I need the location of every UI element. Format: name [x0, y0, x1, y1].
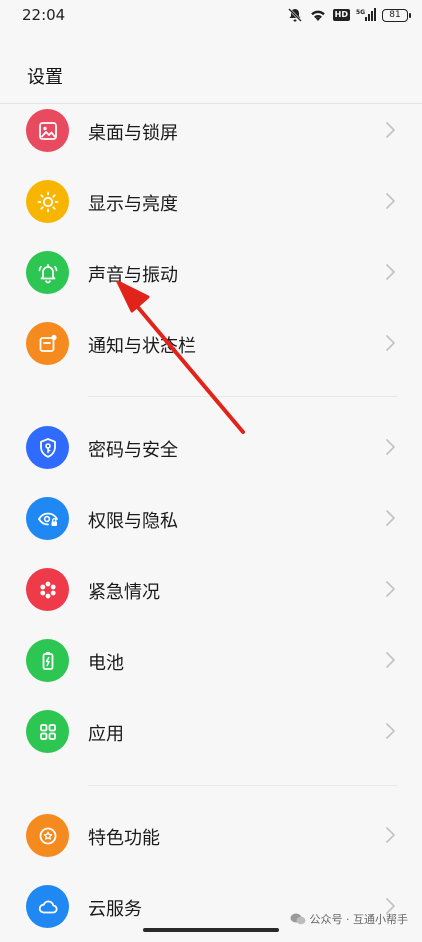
- star-badge-icon: [26, 814, 69, 857]
- settings-item-emergency[interactable]: 紧急情况: [0, 555, 422, 625]
- brightness-icon: [26, 180, 69, 223]
- asterisk-icon: [26, 568, 69, 611]
- item-label: 通知与状态栏: [88, 336, 196, 357]
- watermark-text: 公众号 · 互通小帮手: [309, 913, 409, 926]
- hd-badge: HD: [332, 9, 350, 21]
- chevron-right-icon: [386, 264, 395, 280]
- battery-indicator: 81: [382, 8, 411, 22]
- item-label: 云服务: [88, 899, 142, 920]
- battery-level: 81: [389, 10, 401, 20]
- home-indicator[interactable]: [143, 928, 279, 932]
- chevron-right-icon: [386, 439, 395, 455]
- settings-item-display-brightness[interactable]: 显示与亮度: [0, 167, 422, 237]
- mute-bell-icon: [287, 7, 303, 23]
- wallpaper-icon: [26, 109, 69, 152]
- page-title: 设置: [27, 67, 63, 88]
- section-divider: [88, 396, 398, 397]
- settings-item-permissions-privacy[interactable]: 权限与隐私: [0, 484, 422, 554]
- item-label: 特色功能: [88, 828, 160, 849]
- chevron-right-icon: [386, 510, 395, 526]
- battery-icon: [26, 639, 69, 682]
- chevron-right-icon: [386, 827, 395, 843]
- settings-item-notifications-statusbar[interactable]: 通知与状态栏: [0, 309, 422, 379]
- wechat-icon: [290, 913, 305, 925]
- status-time: 22:04: [22, 6, 66, 24]
- item-label: 声音与振动: [88, 265, 178, 286]
- cellular-signal-icon: 5G: [356, 8, 376, 22]
- settings-item-sound-vibration[interactable]: 声音与振动: [0, 238, 422, 308]
- signal-label: 5G: [356, 9, 365, 16]
- settings-item-battery[interactable]: 电池: [0, 626, 422, 696]
- eye-lock-icon: [26, 497, 69, 540]
- settings-item-wallpaper-lockscreen[interactable]: 桌面与锁屏: [0, 96, 422, 166]
- settings-item-apps[interactable]: 应用: [0, 697, 422, 767]
- settings-item-special-features[interactable]: 特色功能: [0, 801, 422, 871]
- chevron-right-icon: [386, 193, 395, 209]
- item-label: 应用: [88, 724, 124, 745]
- shield-key-icon: [26, 426, 69, 469]
- item-label: 密码与安全: [88, 440, 178, 461]
- settings-item-password-security[interactable]: 密码与安全: [0, 413, 422, 483]
- chevron-right-icon: [386, 723, 395, 739]
- chevron-right-icon: [386, 335, 395, 351]
- notification-icon: [26, 322, 69, 365]
- item-label: 桌面与锁屏: [88, 123, 178, 144]
- item-label: 电池: [88, 653, 124, 674]
- grid-apps-icon: [26, 710, 69, 753]
- chevron-right-icon: [386, 652, 395, 668]
- chevron-right-icon: [386, 122, 395, 138]
- item-label: 显示与亮度: [88, 194, 178, 215]
- status-bar: 22:04 HD 5G 81: [0, 0, 422, 32]
- item-label: 权限与隐私: [88, 511, 178, 532]
- item-label: 紧急情况: [88, 582, 160, 603]
- section-divider: [88, 785, 398, 786]
- status-icons: HD 5G 81: [287, 6, 411, 24]
- cloud-icon: [26, 885, 69, 928]
- bell-icon: [26, 251, 69, 294]
- chevron-right-icon: [386, 581, 395, 597]
- watermark: 公众号 · 互通小帮手: [290, 911, 409, 927]
- wifi-icon: [309, 8, 327, 22]
